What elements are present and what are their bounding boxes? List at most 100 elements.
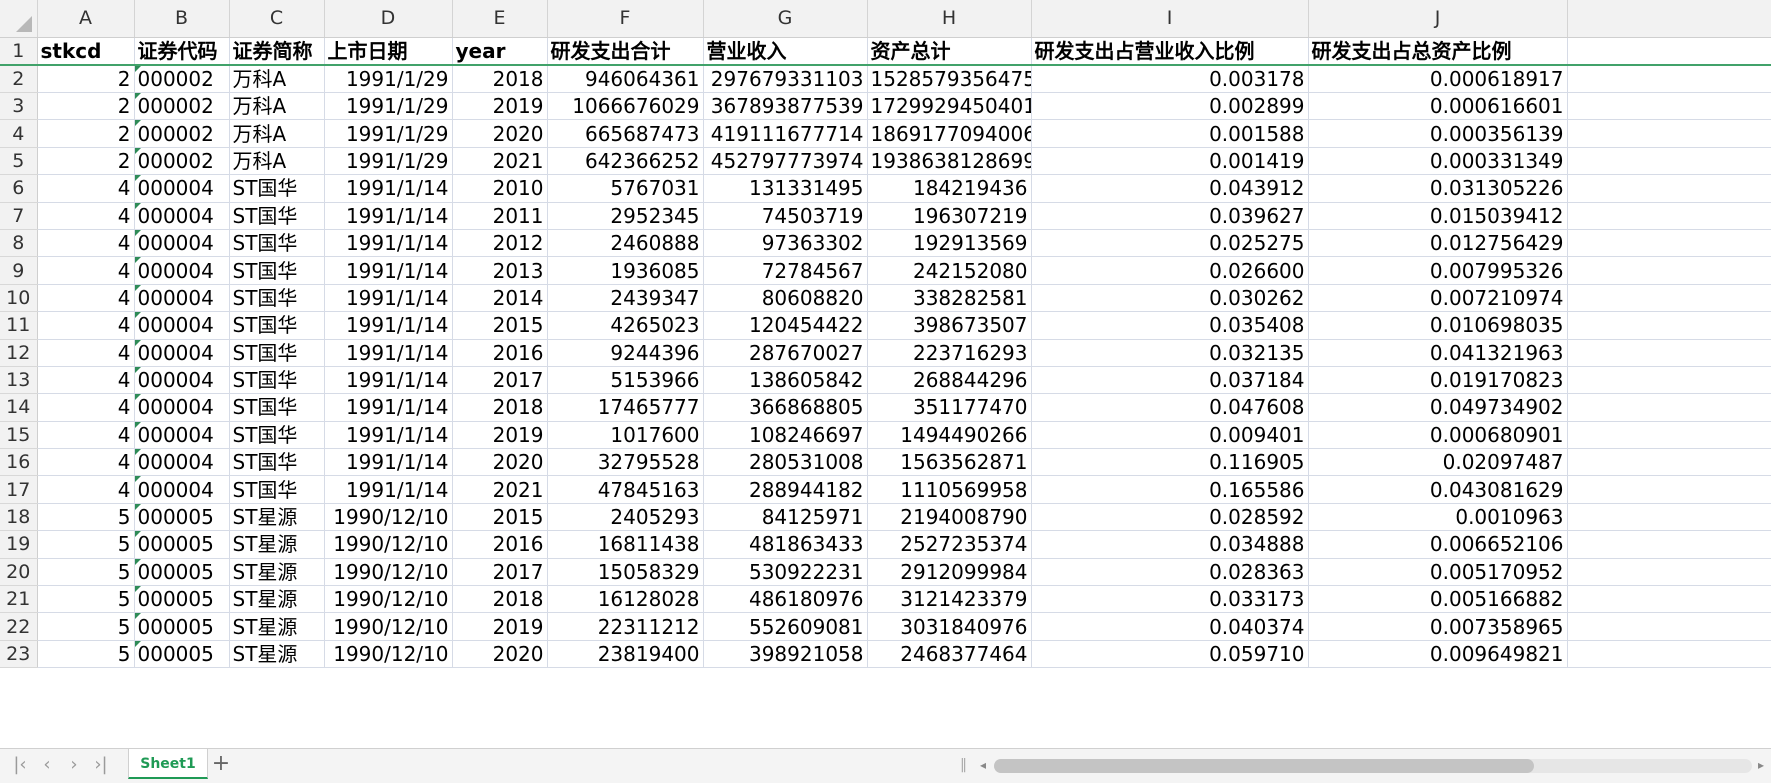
empty-cell[interactable] bbox=[1567, 311, 1771, 340]
cell-assets[interactable]: 338282581 bbox=[867, 284, 1032, 313]
cell-rd_assets[interactable]: 0.000356139 bbox=[1308, 119, 1568, 148]
empty-cell[interactable] bbox=[1567, 503, 1771, 532]
row-header[interactable]: 19 bbox=[0, 530, 38, 559]
empty-cell[interactable] bbox=[1567, 585, 1771, 614]
cell-name[interactable]: ST星源 bbox=[229, 530, 325, 559]
cell-year[interactable]: 2018 bbox=[452, 65, 548, 93]
last-sheet-icon[interactable]: ›| bbox=[91, 755, 111, 775]
cell-code[interactable]: 000004 bbox=[134, 229, 230, 258]
cell-rd_rev[interactable]: 0.001588 bbox=[1031, 119, 1309, 148]
row-header[interactable]: 2 bbox=[0, 65, 38, 93]
cell-stkcd[interactable]: 5 bbox=[37, 503, 135, 532]
cell-code[interactable]: 000002 bbox=[134, 147, 230, 176]
cell-name[interactable]: ST星源 bbox=[229, 585, 325, 614]
cell-code[interactable]: 000005 bbox=[134, 530, 230, 559]
cell-date[interactable]: 1991/1/29 bbox=[324, 119, 453, 148]
cell-revenue[interactable]: 131331495 bbox=[703, 174, 868, 203]
cell-date[interactable]: 1991/1/14 bbox=[324, 284, 453, 313]
sheet-tab-sheet1[interactable]: Sheet1 bbox=[128, 749, 208, 779]
column-header-empty[interactable] bbox=[1567, 0, 1771, 38]
cell-rd_assets[interactable]: 0.041321963 bbox=[1308, 339, 1568, 367]
cell-date[interactable]: 1990/12/10 bbox=[324, 530, 453, 559]
cell-rd[interactable]: 2952345 bbox=[547, 202, 704, 230]
cell-revenue[interactable]: 287670027 bbox=[703, 339, 868, 367]
cell-rd[interactable]: 1017600 bbox=[547, 421, 704, 450]
add-sheet-button[interactable]: + bbox=[210, 753, 232, 775]
cell-assets[interactable]: 1110569958 bbox=[867, 475, 1032, 504]
cell-revenue[interactable]: 280531008 bbox=[703, 448, 868, 477]
cell-date[interactable]: 1991/1/29 bbox=[324, 65, 453, 93]
cell-code[interactable]: 000004 bbox=[134, 339, 230, 367]
row-header[interactable]: 11 bbox=[0, 311, 38, 340]
column-header-c[interactable]: C bbox=[229, 0, 325, 38]
cell-assets[interactable]: 1494490266 bbox=[867, 421, 1032, 450]
column-header-h[interactable]: H bbox=[867, 0, 1032, 38]
cell-rd_rev[interactable]: 0.165586 bbox=[1031, 475, 1309, 504]
cell-date[interactable]: 1991/1/14 bbox=[324, 174, 453, 203]
empty-cell[interactable] bbox=[1567, 119, 1771, 148]
prev-sheet-icon[interactable]: ‹ bbox=[37, 755, 57, 775]
column-header-f[interactable]: F bbox=[547, 0, 704, 38]
cell-rd_assets[interactable]: 0.049734902 bbox=[1308, 393, 1568, 422]
cell-date[interactable]: 1990/12/10 bbox=[324, 503, 453, 532]
cell-rd_rev[interactable]: 0.028363 bbox=[1031, 558, 1309, 587]
cell-stkcd[interactable]: 5 bbox=[37, 585, 135, 614]
cell-assets[interactable]: 2468377464 bbox=[867, 640, 1032, 669]
cell-rd[interactable]: 2460888 bbox=[547, 229, 704, 258]
cell-code[interactable]: 000004 bbox=[134, 475, 230, 504]
cell-name[interactable]: ST国华 bbox=[229, 256, 325, 285]
cell-code[interactable]: 000004 bbox=[134, 256, 230, 285]
cell-rd_rev[interactable]: 0.009401 bbox=[1031, 421, 1309, 450]
cell-rd_rev[interactable]: 0.032135 bbox=[1031, 339, 1309, 367]
cell-name[interactable]: ST国华 bbox=[229, 421, 325, 450]
cell-year[interactable]: 2015 bbox=[452, 311, 548, 340]
cell-year[interactable]: 2017 bbox=[452, 366, 548, 395]
cell-assets[interactable]: 351177470 bbox=[867, 393, 1032, 422]
cell-stkcd[interactable]: 4 bbox=[37, 475, 135, 504]
cell-rd_rev[interactable]: 0.040374 bbox=[1031, 612, 1309, 641]
cell-name[interactable]: ST星源 bbox=[229, 612, 325, 641]
cell-revenue[interactable]: 74503719 bbox=[703, 202, 868, 230]
cell-year[interactable]: 2016 bbox=[452, 339, 548, 367]
empty-cell[interactable] bbox=[1567, 202, 1771, 230]
column-header-d[interactable]: D bbox=[324, 0, 453, 38]
cell-stkcd[interactable]: 4 bbox=[37, 311, 135, 340]
cell-name[interactable]: ST国华 bbox=[229, 366, 325, 395]
cell-date[interactable]: 1991/1/14 bbox=[324, 339, 453, 367]
cell-rd_rev[interactable]: 0.028592 bbox=[1031, 503, 1309, 532]
empty-cell[interactable] bbox=[1567, 393, 1771, 422]
next-sheet-icon[interactable]: › bbox=[64, 755, 84, 775]
cell-code[interactable]: 000005 bbox=[134, 585, 230, 614]
cell-revenue[interactable]: 419111677714 bbox=[703, 119, 868, 148]
cell-rd_rev[interactable]: 0.035408 bbox=[1031, 311, 1309, 340]
cell-name[interactable]: ST国华 bbox=[229, 448, 325, 477]
cell-date[interactable]: 1990/12/10 bbox=[324, 558, 453, 587]
cell-revenue[interactable]: 138605842 bbox=[703, 366, 868, 395]
cell-code[interactable]: 000004 bbox=[134, 393, 230, 422]
cell-assets[interactable]: 1528579356475 bbox=[867, 65, 1032, 93]
cell-revenue[interactable]: 530922231 bbox=[703, 558, 868, 587]
cell-stkcd[interactable]: 4 bbox=[37, 284, 135, 313]
cell-date[interactable]: 1991/1/14 bbox=[324, 366, 453, 395]
cell-date[interactable]: 1991/1/14 bbox=[324, 229, 453, 258]
cell-rd_assets[interactable]: 0.000331349 bbox=[1308, 147, 1568, 176]
cell-rd_rev[interactable]: 0.003178 bbox=[1031, 65, 1309, 93]
cell-code[interactable]: 000004 bbox=[134, 311, 230, 340]
empty-cell[interactable] bbox=[1567, 229, 1771, 258]
empty-cell[interactable] bbox=[1567, 475, 1771, 504]
cell-rd_rev[interactable]: 0.039627 bbox=[1031, 202, 1309, 230]
cell-assets[interactable]: 1563562871 bbox=[867, 448, 1032, 477]
empty-cell[interactable] bbox=[1567, 284, 1771, 313]
empty-cell[interactable] bbox=[1567, 366, 1771, 395]
cell-name[interactable]: 万科A bbox=[229, 65, 325, 93]
cell-assets[interactable]: 1938638128699 bbox=[867, 147, 1032, 176]
cell-rd_assets[interactable]: 0.031305226 bbox=[1308, 174, 1568, 203]
cell-assets[interactable]: 2912099984 bbox=[867, 558, 1032, 587]
cell-rd_assets[interactable]: 0.006652106 bbox=[1308, 530, 1568, 559]
cell-assets[interactable]: 398673507 bbox=[867, 311, 1032, 340]
cell-revenue[interactable]: 97363302 bbox=[703, 229, 868, 258]
cell-rd_assets[interactable]: 0.005166882 bbox=[1308, 585, 1568, 614]
cell-rd_assets[interactable]: 0.005170952 bbox=[1308, 558, 1568, 587]
row-header[interactable]: 8 bbox=[0, 229, 38, 258]
cell-year[interactable]: 2020 bbox=[452, 448, 548, 477]
